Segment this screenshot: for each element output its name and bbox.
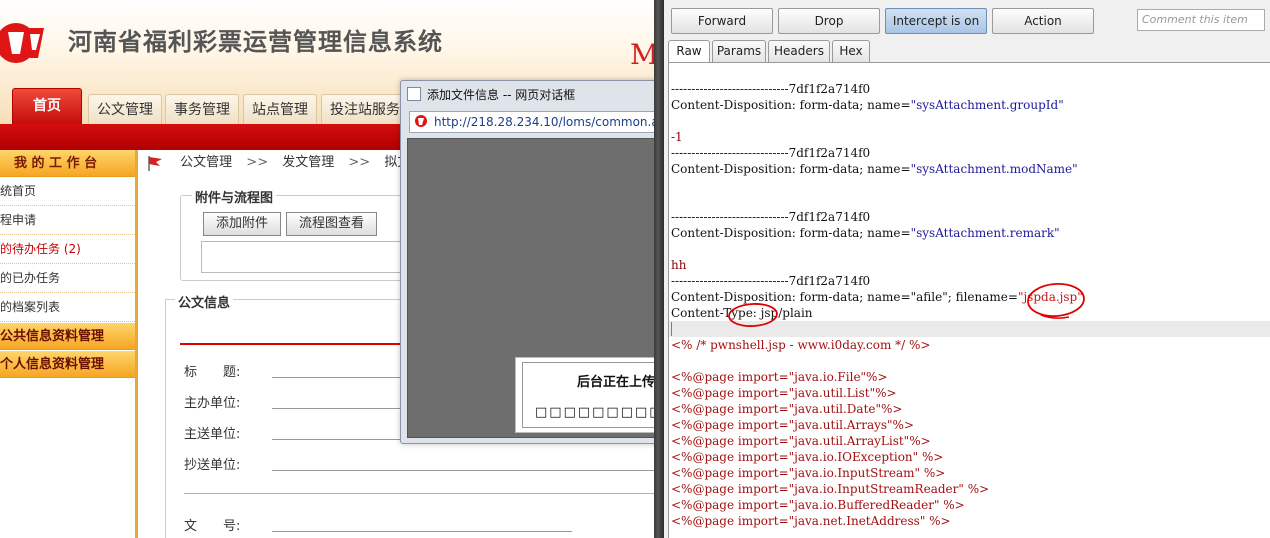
comment-input[interactable]: Comment this item [1137,9,1265,31]
code-line: <%@page import="java.util.Date"%> [671,402,903,416]
sidebar-section-personal-info[interactable]: 个人信息资料管理 [0,351,135,378]
code-line: <%@page import="java.io.BufferedReader" … [671,498,965,512]
sidebar-item-archives[interactable]: 的档案列表 [0,293,135,322]
dialog-body-overlay: 后台正在上传数 □□□□□□□□□ [407,138,660,438]
action-button[interactable]: Action [992,8,1094,34]
field-label-main-recipient: 主送单位: [184,427,241,442]
drop-button[interactable]: Drop [778,8,880,34]
sidebar-item-home[interactable]: 统首页 [0,177,135,206]
nav-tab-documents[interactable]: 公文管理 [88,94,162,124]
content-disposition-line: Content-Disposition: form-data; name="sy… [671,161,1078,177]
field-label-doc-number: 文 号: [184,519,241,534]
intercept-toggle-button[interactable]: Intercept is on [885,8,987,34]
tab-headers[interactable]: Headers [768,40,830,62]
dialog-title-text: 添加文件信息 -- 网页对话框 [427,88,576,102]
content-disposition-line: Content-Disposition: form-data; name="sy… [671,97,1064,113]
sidebar-header: 我 的 工 作 台 [0,150,135,177]
multipart-boundary: -----------------------------7df1f2a714f… [671,274,871,288]
document-info-legend: 公文信息 [175,292,234,311]
multipart-boundary: -----------------------------7df1f2a714f… [671,210,871,224]
breadcrumb-separator: >> [246,155,269,170]
nav-tab-home[interactable]: 首页 [12,88,82,124]
tab-raw[interactable]: Raw [668,40,710,63]
content-type-line: Content-Type: jsp/plain [671,306,813,320]
ie-page-icon [407,87,421,101]
file-content-disposition-line: Content-Disposition: form-data; name="af… [671,289,1083,305]
window-divider [654,0,664,538]
code-line: <%@page import="java.net.InetAddress" %> [671,514,951,528]
field-label-title: 标 题: [184,365,241,380]
view-flowchart-button[interactable]: 流程图查看 [286,212,378,236]
field-label-host-unit: 主办单位: [184,396,241,411]
flag-icon [148,155,162,171]
code-line: <%@page import="java.util.Arrays"%> [671,418,915,432]
dialog-title: 添加文件信息 -- 网页对话框 [407,85,575,105]
site-logo-icon [415,115,427,127]
multipart-boundary: -----------------------------7df1f2a714f… [671,146,871,160]
web-app-window: 河南省福利彩票运营管理信息系统 M 首页 公文管理 事务管理 站点管理 投注站服… [0,0,660,538]
sidebar-item-done-tasks[interactable]: 的已办任务 [0,264,135,293]
dialog-url-bar[interactable]: http://218.28.234.10/loms/common.ac [409,111,660,133]
text-caret [671,322,672,336]
cd-prefix: Content-Disposition: form-data; name= [671,226,911,240]
breadcrumb-separator: >> [348,155,371,170]
filename-highlight-tail [1040,314,1070,319]
nav-tab-affairs[interactable]: 事务管理 [165,94,239,124]
code-line: <%@page import="java.io.File"%> [671,370,888,384]
upload-progress-frame: 后台正在上传数 □□□□□□□□□ [522,362,660,428]
dialog-url-text: http://218.28.234.10/loms/common.ac [434,115,660,129]
sidebar: 我 的 工 作 台 统首页 程申请 的待办任务 (2) 的已办任务 的档案列表 … [0,150,138,538]
intercept-proxy-panel: Forward Drop Intercept is on Action Comm… [664,0,1270,538]
sidebar-section-public-info[interactable]: 公共信息资料管理 [0,323,135,350]
forward-button[interactable]: Forward [671,8,773,34]
nav-tab-stations[interactable]: 站点管理 [243,94,317,124]
tab-params[interactable]: Params [712,40,766,62]
system-title: 河南省福利彩票运营管理信息系统 [68,28,443,56]
multipart-boundary: -----------------------------7df1f2a714f… [671,82,871,96]
field-name: "sysAttachment.modName" [910,162,1078,176]
tab-hex[interactable]: Hex [832,40,870,62]
file-cd-prefix: Content-Disposition: form-data; name="af… [671,290,1018,304]
code-line: <%@page import="java.io.InputStreamReade… [671,482,990,496]
field-name: "sysAttachment.groupId" [910,98,1064,112]
add-file-dialog: 添加文件信息 -- 网页对话框 http://218.28.234.10/lom… [400,80,660,444]
code-line: <% /* pwnshell.jsp - www.i0day.com */ %> [671,338,931,352]
field-label-cc: 抄送单位: [184,458,241,473]
attachment-list [201,241,411,273]
content-disposition-line: Content-Disposition: form-data; name="sy… [671,225,1060,241]
code-line: <%@page import="java.util.List"%> [671,386,897,400]
sidebar-item-apply[interactable]: 程申请 [0,206,135,235]
breadcrumb: 公文管理 >> 发文管理 >> 拟文 [146,152,410,174]
field-value: hh [671,258,687,272]
upload-progress-squares: □□□□□□□□□ [535,405,660,420]
lottery-logo-icon [0,23,44,63]
upload-progress-box: 后台正在上传数 □□□□□□□□□ [515,357,660,433]
code-line: <%@page import="java.util.ArrayList"%> [671,434,931,448]
code-line: <%@page import="java.io.InputStream" %> [671,466,946,480]
field-name: "sysAttachment.remark" [910,226,1060,240]
add-attachment-button[interactable]: 添加附件 [203,212,282,236]
doc-number-input[interactable] [272,531,572,532]
raw-request-editor[interactable]: -----------------------------7df1f2a714f… [668,62,1270,538]
attachment-legend: 附件与流程图 [192,187,277,206]
nav-tab-betting-service[interactable]: 投注站服务 [321,94,409,124]
field-value: -1 [671,130,683,144]
cc-input[interactable] [272,470,660,471]
breadcrumb-item[interactable]: 公文管理 [180,155,232,170]
cd-prefix: Content-Disposition: form-data; name= [671,98,911,112]
breadcrumb-item[interactable]: 发文管理 [282,155,334,170]
cd-prefix: Content-Disposition: form-data; name= [671,162,911,176]
orange-divider [184,493,660,494]
sidebar-item-pending-tasks[interactable]: 的待办任务 (2) [0,235,135,264]
upload-filename: "jspda.jsp" [1017,290,1083,304]
upload-status-text: 后台正在上传数 [577,375,660,390]
code-line: <%@page import="java.io.IOException" %> [671,450,944,464]
current-line-highlight [669,321,1270,337]
